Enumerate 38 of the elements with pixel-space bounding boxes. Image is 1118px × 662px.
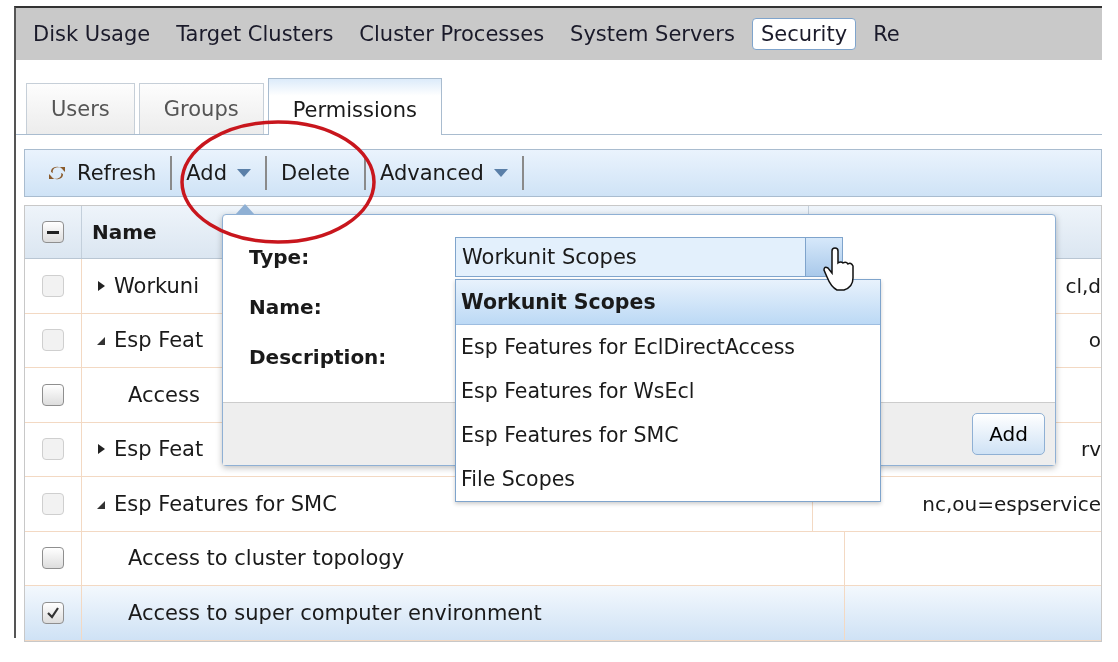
field-label: Name: (249, 294, 322, 321)
tab[interactable]: Users (26, 83, 135, 134)
menu-button[interactable]: Advanced (366, 153, 522, 193)
add-button[interactable]: Add (972, 413, 1045, 455)
refresh-button[interactable]: Refresh (33, 153, 171, 193)
row-name: Access (128, 382, 200, 407)
table-cell: cl,d (1065, 273, 1101, 298)
row-name: Esp Feat (114, 437, 204, 462)
tab[interactable]: Groups (138, 83, 264, 134)
dropdown-option[interactable]: Esp Features for SMC (456, 413, 880, 457)
caret-icon (237, 169, 251, 177)
nav-item[interactable]: Re (864, 18, 909, 50)
column-header[interactable]: Name (92, 220, 157, 244)
type-select[interactable]: Workunit Scopes (455, 237, 843, 277)
row-name: Access to super computer environment (128, 600, 542, 625)
row-name: Esp Features for SMC (114, 491, 337, 516)
nav-item[interactable]: Target Clusters (167, 18, 343, 50)
field-label: Type: (249, 244, 310, 271)
dropdown-option[interactable]: Esp Features for EclDirectAccess (456, 325, 880, 369)
caret-icon (493, 169, 508, 177)
row-name: Access to cluster topology (128, 546, 405, 571)
row-name: Esp Feat (114, 328, 204, 353)
table-cell: nc,ou=espservice (922, 491, 1101, 516)
table-cell: rv (1080, 437, 1101, 462)
dropdown-option[interactable]: Workunit Scopes (456, 280, 880, 325)
field-label: Description: (249, 344, 387, 371)
nav-item[interactable]: Security (751, 18, 857, 50)
nav-item[interactable]: System Servers (561, 18, 744, 50)
dropdown-option[interactable]: Esp Features for WsEcl (456, 369, 880, 413)
row-name: Workuni (114, 273, 199, 298)
header-checkbox[interactable] (42, 221, 64, 243)
nav-item[interactable]: Disk Usage (24, 18, 160, 50)
checkmark-icon (46, 605, 60, 620)
nav-item[interactable]: Cluster Processes (350, 18, 554, 50)
delete-button[interactable]: Delete (267, 153, 364, 193)
menu-button[interactable]: Add (172, 153, 265, 193)
tab[interactable]: Permissions (267, 78, 442, 135)
table-cell: o (1088, 328, 1101, 353)
